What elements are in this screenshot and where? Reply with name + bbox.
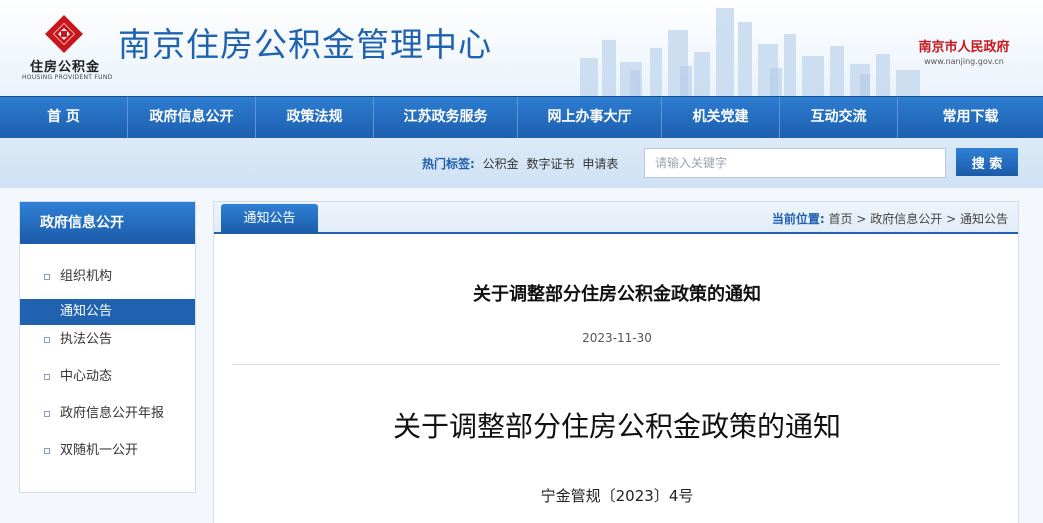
nav-item-gov-info[interactable]: 政府信息公开 bbox=[128, 97, 256, 138]
hot-tags-label: 热门标签: bbox=[422, 157, 475, 171]
content-header: 通知公告 当前位置: 首页 > 政府信息公开 > 通知公告 bbox=[214, 202, 1018, 234]
square-bullet-icon bbox=[44, 411, 50, 417]
sidebar-item-label: 执法公告 bbox=[60, 332, 113, 347]
sidebar-item-label: 政府信息公开年报 bbox=[60, 406, 165, 421]
breadcrumb-gov-info[interactable]: 政府信息公开 bbox=[870, 212, 942, 226]
main-content: 通知公告 当前位置: 首页 > 政府信息公开 > 通知公告 关于调整部分住房公积… bbox=[213, 201, 1019, 523]
hot-tag[interactable]: 公积金 bbox=[483, 157, 519, 171]
nav-item-downloads[interactable]: 常用下载 bbox=[898, 97, 1043, 138]
housing-fund-logo-icon bbox=[45, 15, 83, 53]
square-bullet-icon bbox=[44, 448, 50, 454]
breadcrumb-label: 当前位置: bbox=[771, 212, 825, 226]
hot-tag[interactable]: 申请表 bbox=[582, 157, 618, 171]
nav-item-online-hall[interactable]: 网上办事大厅 bbox=[518, 97, 662, 138]
site-title: 南京住房公积金管理中心 bbox=[118, 25, 492, 64]
article-title: 关于调整部分住房公积金政策的通知 bbox=[473, 284, 761, 305]
breadcrumb-separator: > bbox=[946, 212, 957, 226]
sidebar-item-enforcement[interactable]: 执法公告 bbox=[20, 325, 195, 362]
site-logo[interactable]: 住房公积金 HOUSING PROVIDENT FUND bbox=[22, 14, 113, 84]
nav-item-interaction[interactable]: 互动交流 bbox=[780, 97, 898, 138]
hot-tag[interactable]: 数字证书 bbox=[526, 157, 574, 171]
search-input[interactable] bbox=[644, 148, 946, 178]
breadcrumb-home[interactable]: 首页 bbox=[829, 212, 853, 226]
sidebar-item-label: 组织机构 bbox=[60, 269, 113, 284]
square-bullet-icon bbox=[44, 274, 50, 280]
nanjing-gov-link[interactable]: 南京市人民政府 www.nanjing.gov.cn bbox=[912, 36, 1016, 66]
city-skyline-image bbox=[580, 8, 920, 96]
sidebar-item-news[interactable]: 中心动态 bbox=[20, 362, 195, 399]
breadcrumb-notices[interactable]: 通知公告 bbox=[960, 212, 1008, 226]
document-title: 关于调整部分住房公积金政策的通知 bbox=[392, 410, 841, 443]
article-date: 2023-11-30 bbox=[582, 331, 652, 345]
site-header: 住房公积金 HOUSING PROVIDENT FUND 南京住房公积金管理中心… bbox=[0, 0, 1043, 96]
sidebar-item-annual-report[interactable]: 政府信息公开年报 bbox=[20, 399, 195, 436]
main-nav: 首 页 政府信息公开 政策法规 江苏政务服务 网上办事大厅 机关党建 互动交流 … bbox=[0, 96, 1043, 138]
breadcrumb: 当前位置: 首页 > 政府信息公开 > 通知公告 bbox=[772, 210, 1008, 227]
nav-item-home[interactable]: 首 页 bbox=[0, 97, 128, 138]
sidebar-item-label: 双随机一公开 bbox=[60, 443, 139, 458]
sidebar-item-label: 通知公告 bbox=[60, 304, 113, 319]
gov-name: 南京市人民政府 bbox=[918, 40, 1010, 55]
square-bullet-icon bbox=[44, 337, 50, 343]
tab-notices[interactable]: 通知公告 bbox=[221, 204, 318, 234]
gov-url: www.nanjing.gov.cn bbox=[924, 57, 1004, 66]
sidebar-item-organization[interactable]: 组织机构 bbox=[20, 262, 195, 299]
hot-tags: 热门标签: 公积金 数字证书 申请表 bbox=[422, 155, 618, 172]
sidebar-item-random-inspection[interactable]: 双随机一公开 bbox=[20, 436, 195, 473]
sidebar-list: 组织机构 通知公告 执法公告 中心动态 政府信息公开年报 双随机一公开 bbox=[20, 244, 195, 473]
nav-item-jiangsu-service[interactable]: 江苏政务服务 bbox=[374, 97, 518, 138]
logo-text: 住房公积金 bbox=[29, 60, 100, 75]
nav-item-party[interactable]: 机关党建 bbox=[662, 97, 780, 138]
search-bar: 热门标签: 公积金 数字证书 申请表 搜 索 bbox=[0, 138, 1043, 188]
search-button[interactable]: 搜 索 bbox=[956, 148, 1018, 176]
document-number: 宁金管规〔2023〕4号 bbox=[540, 487, 694, 505]
sidebar-item-notices[interactable]: 通知公告 bbox=[20, 299, 195, 325]
sidebar-title: 政府信息公开 bbox=[20, 202, 195, 244]
square-bullet-icon bbox=[44, 374, 50, 380]
sidebar: 政府信息公开 组织机构 通知公告 执法公告 中心动态 政府信息公开年报 双随机一… bbox=[19, 201, 196, 493]
divider bbox=[232, 364, 1000, 365]
breadcrumb-separator: > bbox=[856, 212, 867, 226]
sidebar-item-label: 中心动态 bbox=[60, 369, 113, 384]
nav-item-policy[interactable]: 政策法规 bbox=[256, 97, 374, 138]
logo-subtext: HOUSING PROVIDENT FUND bbox=[22, 74, 113, 81]
